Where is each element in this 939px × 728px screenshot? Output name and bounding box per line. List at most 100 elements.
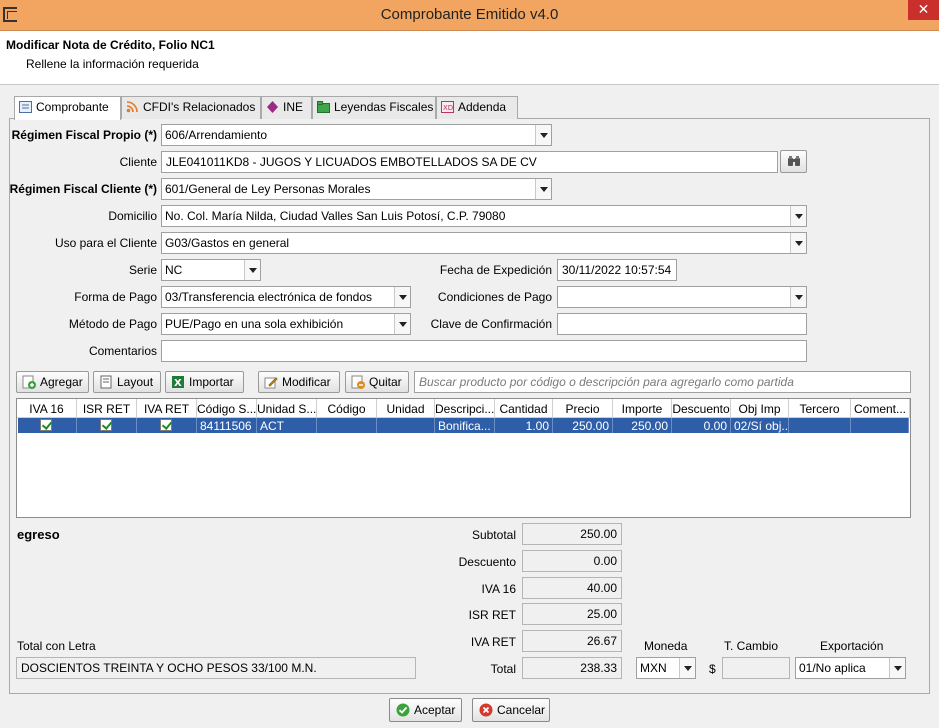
chevron-down-icon[interactable] bbox=[394, 314, 410, 334]
unidad-cell[interactable] bbox=[377, 418, 435, 433]
chevron-down-icon[interactable] bbox=[535, 125, 551, 145]
column-header[interactable]: Descuento bbox=[672, 399, 731, 418]
metodo-select[interactable]: PUE/Pago en una sola exhibición bbox=[161, 313, 411, 335]
exportacion-select[interactable]: 01/No aplica bbox=[795, 657, 906, 679]
cantidad-cell[interactable]: 1.00 bbox=[495, 418, 553, 433]
obj-imp-cell[interactable]: 02/Sí obj... bbox=[731, 418, 789, 433]
chevron-down-icon[interactable] bbox=[679, 658, 695, 678]
tcambio-field[interactable] bbox=[722, 657, 790, 679]
tcambio-label: T. Cambio bbox=[724, 639, 779, 653]
excel-icon: X bbox=[171, 375, 185, 389]
checkbox-checked-icon[interactable] bbox=[160, 419, 172, 431]
checkbox-checked-icon[interactable] bbox=[100, 419, 112, 431]
column-header[interactable]: Código S... bbox=[197, 399, 257, 418]
column-header[interactable]: Coment... bbox=[851, 399, 910, 418]
column-header[interactable]: Descripci... bbox=[435, 399, 495, 418]
moneda-select[interactable]: MXN bbox=[636, 657, 696, 679]
isr-ret-value: 25.00 bbox=[522, 603, 622, 625]
search-client-button[interactable] bbox=[780, 150, 807, 173]
condiciones-select[interactable] bbox=[557, 286, 807, 308]
descuento-cell[interactable]: 0.00 bbox=[672, 418, 731, 433]
iva-ret-value: 26.67 bbox=[522, 630, 622, 652]
items-table[interactable]: IVA 16 ISR RET IVA RET Código S... Unida… bbox=[16, 398, 911, 518]
fecha-field[interactable]: 30/11/2022 10:57:54 bbox=[557, 259, 677, 281]
column-header[interactable]: Cantidad bbox=[495, 399, 553, 418]
regimen-propio-label: Régimen Fiscal Propio (*) bbox=[11, 128, 157, 142]
tab-label: CFDI's Relacionados bbox=[143, 100, 256, 114]
importe-cell[interactable]: 250.00 bbox=[613, 418, 672, 433]
chevron-down-icon[interactable] bbox=[790, 287, 806, 307]
folder-icon bbox=[317, 101, 330, 113]
rss-icon bbox=[126, 101, 139, 113]
binoculars-icon bbox=[787, 156, 801, 171]
tercero-cell[interactable] bbox=[789, 418, 851, 433]
importar-button[interactable]: X Importar bbox=[165, 371, 244, 393]
forma-select[interactable]: 03/Transferencia electrónica de fondos bbox=[161, 286, 411, 308]
column-header[interactable]: Tercero bbox=[789, 399, 851, 418]
column-header[interactable]: Obj Imp bbox=[731, 399, 789, 418]
tab-label: Comprobante bbox=[36, 100, 109, 114]
tab-ine[interactable]: INE bbox=[261, 96, 312, 119]
layout-button[interactable]: Layout bbox=[93, 371, 161, 393]
column-header[interactable]: IVA RET bbox=[137, 399, 197, 418]
diamond-icon bbox=[266, 101, 279, 113]
regimen-cliente-select[interactable]: 601/General de Ley Personas Morales bbox=[161, 178, 552, 200]
tab-addenda[interactable]: XD Addenda bbox=[436, 96, 518, 119]
condiciones-label: Condiciones de Pago bbox=[437, 290, 552, 304]
product-search-input[interactable]: Buscar producto por código o descripción… bbox=[414, 371, 911, 393]
clave-field[interactable] bbox=[557, 313, 807, 335]
checkbox-checked-icon[interactable] bbox=[40, 419, 52, 431]
iva-ret-cell[interactable] bbox=[137, 418, 197, 433]
column-header[interactable]: ISR RET bbox=[77, 399, 137, 418]
tab-label: Leyendas Fiscales bbox=[334, 100, 434, 114]
tab-comprobante[interactable]: Comprobante bbox=[14, 96, 121, 120]
domicilio-select[interactable]: No. Col. María Nilda, Ciudad Valles San … bbox=[161, 205, 807, 227]
column-header[interactable]: Importe bbox=[613, 399, 672, 418]
exportacion-value: 01/No aplica bbox=[799, 661, 866, 675]
chevron-down-icon[interactable] bbox=[535, 179, 551, 199]
unidad-sat-cell[interactable]: ACT bbox=[257, 418, 317, 433]
quitar-button[interactable]: Quitar bbox=[345, 371, 409, 393]
tab-leyendas-fiscales[interactable]: Leyendas Fiscales bbox=[312, 96, 436, 119]
chevron-down-icon[interactable] bbox=[790, 206, 806, 226]
domicilio-value: No. Col. María Nilda, Ciudad Valles San … bbox=[165, 209, 506, 223]
chevron-down-icon[interactable] bbox=[244, 260, 260, 280]
currency-symbol: $ bbox=[709, 662, 716, 676]
column-header[interactable]: Código bbox=[317, 399, 377, 418]
forma-value: 03/Transferencia electrónica de fondos bbox=[165, 290, 373, 304]
dialog-subtitle: Rellene la información requerida bbox=[26, 57, 199, 71]
iva16-value: 40.00 bbox=[522, 577, 622, 599]
descripcion-cell[interactable]: Bonifica... bbox=[435, 418, 495, 433]
window-title: Comprobante Emitido v4.0 bbox=[380, 6, 559, 23]
modificar-button[interactable]: Modificar bbox=[258, 371, 340, 393]
cancelar-button[interactable]: Cancelar bbox=[472, 698, 550, 722]
column-header[interactable]: Unidad S... bbox=[257, 399, 317, 418]
regimen-cliente-label: Régimen Fiscal Cliente (*) bbox=[9, 182, 157, 196]
uso-select[interactable]: G03/Gastos en general bbox=[161, 232, 807, 254]
column-header[interactable]: Precio bbox=[553, 399, 613, 418]
precio-cell[interactable]: 250.00 bbox=[553, 418, 613, 433]
cancelar-label: Cancelar bbox=[497, 703, 546, 717]
close-button[interactable]: ✕ bbox=[908, 0, 939, 20]
codigo-cell[interactable] bbox=[317, 418, 377, 433]
chevron-down-icon[interactable] bbox=[790, 233, 806, 253]
agregar-button[interactable]: Agregar bbox=[16, 371, 89, 393]
column-header[interactable]: IVA 16 bbox=[17, 399, 77, 418]
fecha-label: Fecha de Expedición bbox=[439, 263, 552, 277]
table-row[interactable]: 84111506 ACT Bonifica... 1.00 250.00 250… bbox=[18, 418, 909, 433]
tab-cfdi-relacionados[interactable]: CFDI's Relacionados bbox=[121, 96, 261, 119]
comentario-cell[interactable] bbox=[851, 418, 909, 433]
chevron-down-icon[interactable] bbox=[889, 658, 905, 678]
isr-ret-cell[interactable] bbox=[77, 418, 137, 433]
aceptar-button[interactable]: Aceptar bbox=[389, 698, 462, 722]
chevron-down-icon[interactable] bbox=[394, 287, 410, 307]
column-header[interactable]: Unidad bbox=[377, 399, 435, 418]
codigo-sat-cell[interactable]: 84111506 bbox=[197, 418, 257, 433]
check-icon bbox=[396, 703, 410, 717]
iva16-cell[interactable] bbox=[18, 418, 77, 433]
comentarios-field[interactable] bbox=[161, 340, 807, 362]
cliente-label: Cliente bbox=[119, 155, 157, 169]
serie-select[interactable]: NC bbox=[161, 259, 261, 281]
regimen-propio-select[interactable]: 606/Arrendamiento bbox=[161, 124, 552, 146]
cliente-field[interactable]: JLE041011KD8 - JUGOS Y LICUADOS EMBOTELL… bbox=[161, 151, 778, 173]
